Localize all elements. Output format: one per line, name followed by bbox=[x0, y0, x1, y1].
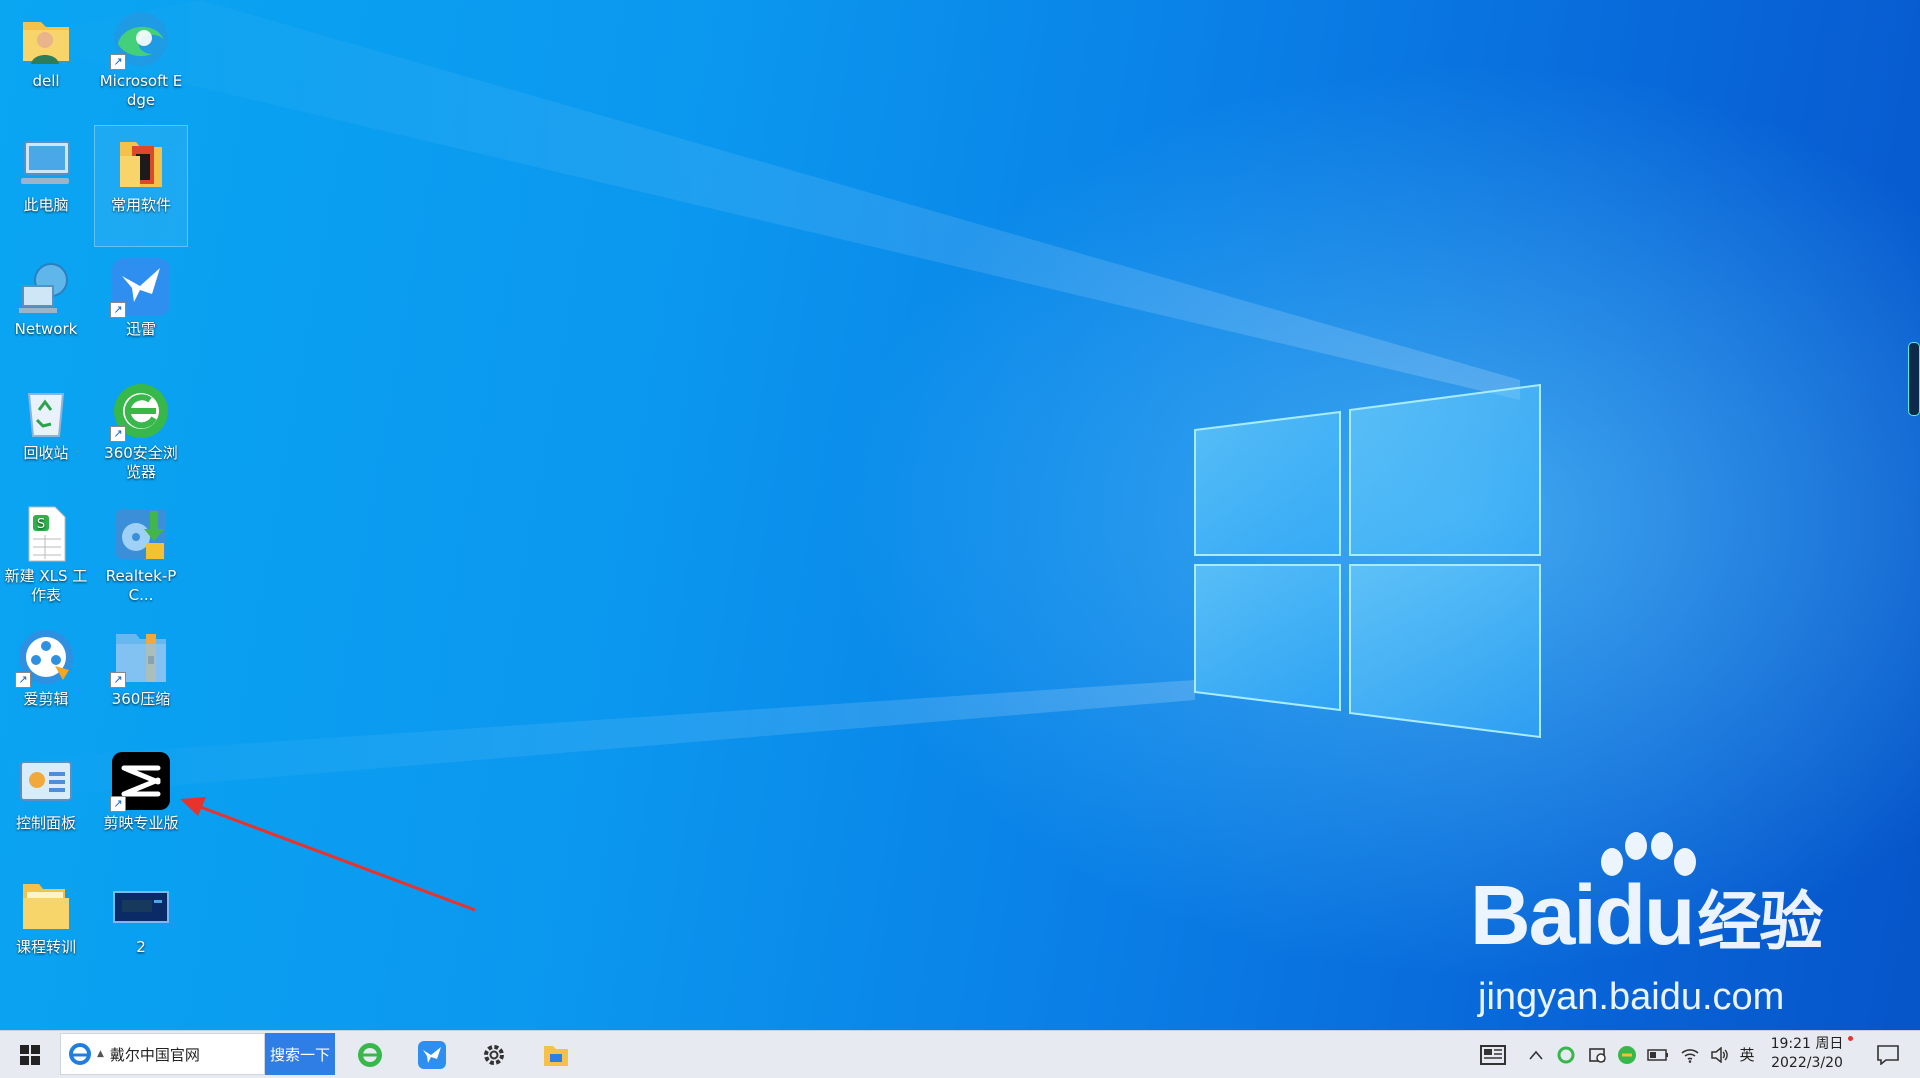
desktop-icon-new-xls[interactable]: S 新建 XLS 工作表 bbox=[0, 497, 92, 617]
zip-archive-icon: ↗ bbox=[110, 626, 172, 688]
desktop-icon-xunlei[interactable]: ↗ 迅雷 bbox=[95, 250, 187, 370]
tray-chevron-up-icon[interactable] bbox=[1522, 1031, 1550, 1078]
icon-label: 2 bbox=[136, 938, 146, 956]
tray-news-icon[interactable] bbox=[1476, 1031, 1510, 1078]
desktop-icon-jianying-pro[interactable]: ↗ 剪映专业版 bbox=[95, 744, 187, 864]
icon-label: 360安全浏览器 bbox=[104, 444, 178, 481]
taskbar-file-explorer[interactable] bbox=[534, 1031, 578, 1078]
icon-label: dell bbox=[32, 72, 60, 90]
svg-text:S: S bbox=[37, 517, 45, 532]
icon-label: 常用软件 bbox=[110, 196, 171, 214]
user-folder-icon bbox=[15, 8, 77, 70]
taskbar-360-browser[interactable] bbox=[348, 1031, 392, 1078]
taskbar-settings[interactable] bbox=[472, 1031, 516, 1078]
shortcut-arrow-icon: ↗ bbox=[110, 426, 126, 442]
icon-label: 课程转训 bbox=[15, 938, 76, 956]
tray-ime-indicator[interactable]: 英 bbox=[1734, 1031, 1760, 1078]
shortcut-arrow-icon: ↗ bbox=[110, 302, 126, 318]
desktop-icon-microsoft-edge[interactable]: ↗ Microsoft Edge bbox=[95, 2, 187, 122]
action-center-button[interactable] bbox=[1866, 1031, 1910, 1078]
folder-icon bbox=[15, 874, 77, 936]
taskbar-xunlei[interactable] bbox=[410, 1031, 454, 1078]
software-folder-icon bbox=[110, 132, 172, 194]
shortcut-arrow-icon: ↗ bbox=[110, 796, 126, 812]
search-input[interactable]: ▲ 戴尔中国官网 bbox=[60, 1033, 265, 1075]
tray-battery-icon[interactable] bbox=[1644, 1031, 1672, 1078]
desktop-icon-recycle-bin[interactable]: 回收站 bbox=[0, 374, 92, 494]
tray-volume-icon[interactable] bbox=[1706, 1031, 1734, 1078]
shortcut-arrow-icon: ↗ bbox=[15, 672, 31, 688]
desktop-icon-360-zip[interactable]: ↗ 360压缩 bbox=[95, 620, 187, 740]
edge-browser-icon: ↗ bbox=[110, 8, 172, 70]
computer-icon bbox=[15, 132, 77, 194]
search-text: 戴尔中国官网 bbox=[109, 1045, 200, 1064]
ie-icon bbox=[69, 1043, 91, 1065]
shortcut-arrow-icon: ↗ bbox=[110, 54, 126, 70]
tray-security-icon[interactable] bbox=[1584, 1031, 1612, 1078]
capcut-icon: ↗ bbox=[110, 750, 172, 812]
icon-label: 爱剪辑 bbox=[23, 690, 69, 708]
desktop-icon-dell[interactable]: dell bbox=[0, 2, 92, 122]
desktop-icon-course-training[interactable]: 课程转训 bbox=[0, 868, 92, 988]
tray-360-icon[interactable] bbox=[1554, 1031, 1578, 1078]
windows-start-icon bbox=[20, 1044, 40, 1065]
gear-icon bbox=[484, 1044, 504, 1065]
icon-label: 此电脑 bbox=[23, 196, 69, 214]
search-button[interactable]: 搜索一下 bbox=[265, 1033, 335, 1075]
xunlei-bird-icon: ↗ bbox=[110, 256, 172, 318]
start-button[interactable] bbox=[0, 1031, 60, 1078]
image-file-icon bbox=[110, 874, 172, 936]
film-reel-icon: ↗ bbox=[15, 626, 77, 688]
realtek-installer-icon bbox=[110, 503, 172, 565]
icon-label: Network bbox=[14, 320, 78, 338]
icon-label: 迅雷 bbox=[125, 320, 156, 338]
taskbar-clock[interactable]: 19:21 周日 2022/3/20 bbox=[1762, 1035, 1852, 1073]
clock-time: 19:21 周日 bbox=[1770, 1036, 1844, 1052]
taskbar: ▲ 戴尔中国官网 搜索一下 英 19:21 周日 2022/3/20 bbox=[0, 1030, 1920, 1078]
icon-label: 回收站 bbox=[23, 444, 69, 462]
360-browser-icon bbox=[358, 1042, 382, 1067]
desktop-icon-aijianji[interactable]: ↗ 爱剪辑 bbox=[0, 620, 92, 740]
icon-label: Realtek-PC... bbox=[105, 567, 177, 604]
shortcut-arrow-icon: ↗ bbox=[110, 672, 126, 688]
xunlei-bird-icon bbox=[418, 1040, 446, 1069]
desktop-icon-common-software[interactable]: 常用软件 bbox=[94, 125, 188, 247]
clock-date: 2022/3/20 bbox=[1771, 1055, 1843, 1071]
360-browser-icon: ↗ bbox=[110, 380, 172, 442]
baidu-paw-icon bbox=[1601, 832, 1696, 876]
desktop-icon-this-pc[interactable]: 此电脑 bbox=[0, 126, 92, 246]
file-explorer-icon bbox=[544, 1045, 568, 1066]
spreadsheet-file-icon: S bbox=[15, 503, 77, 565]
desktop-icon-2[interactable]: 2 bbox=[95, 868, 187, 988]
search-dropdown-icon[interactable]: ▲ bbox=[97, 1049, 104, 1059]
watermark-brand-cn: 经验 bbox=[1697, 886, 1823, 958]
desktop-icon-360-browser[interactable]: ↗ 360安全浏览器 bbox=[95, 374, 187, 494]
desktop[interactable]: dell 此电脑 Network 回收站 S 新建 XLS 工作表 ↗ 爱剪辑 bbox=[0, 0, 1920, 1030]
network-globe-icon bbox=[15, 256, 77, 318]
desktop-icon-control-panel[interactable]: 控制面板 bbox=[0, 744, 92, 864]
icon-label: Microsoft Edge bbox=[99, 72, 183, 109]
notification-dot bbox=[1848, 1036, 1853, 1041]
control-panel-icon bbox=[15, 750, 77, 812]
icon-label: 360压缩 bbox=[111, 690, 171, 708]
side-scroll-indicator[interactable] bbox=[1908, 342, 1920, 416]
tray-wifi-icon[interactable] bbox=[1676, 1031, 1704, 1078]
watermark-brand: Bai bbox=[1470, 868, 1597, 962]
recycle-bin-icon bbox=[15, 380, 77, 442]
icon-label: 新建 XLS 工作表 bbox=[4, 567, 88, 604]
desktop-icon-network[interactable]: Network bbox=[0, 250, 92, 370]
icon-label: 剪映专业版 bbox=[103, 814, 179, 832]
baidu-jingyan-watermark: Baidu经验 jingyan.baidu.com bbox=[1470, 832, 1920, 1030]
desktop-icon-realtek[interactable]: Realtek-PC... bbox=[95, 497, 187, 617]
tray-360-guard-icon[interactable] bbox=[1614, 1031, 1640, 1078]
notification-icon bbox=[1877, 1044, 1899, 1065]
watermark-url: jingyan.baidu.com bbox=[1478, 976, 1785, 1018]
icon-label: 控制面板 bbox=[15, 814, 76, 832]
